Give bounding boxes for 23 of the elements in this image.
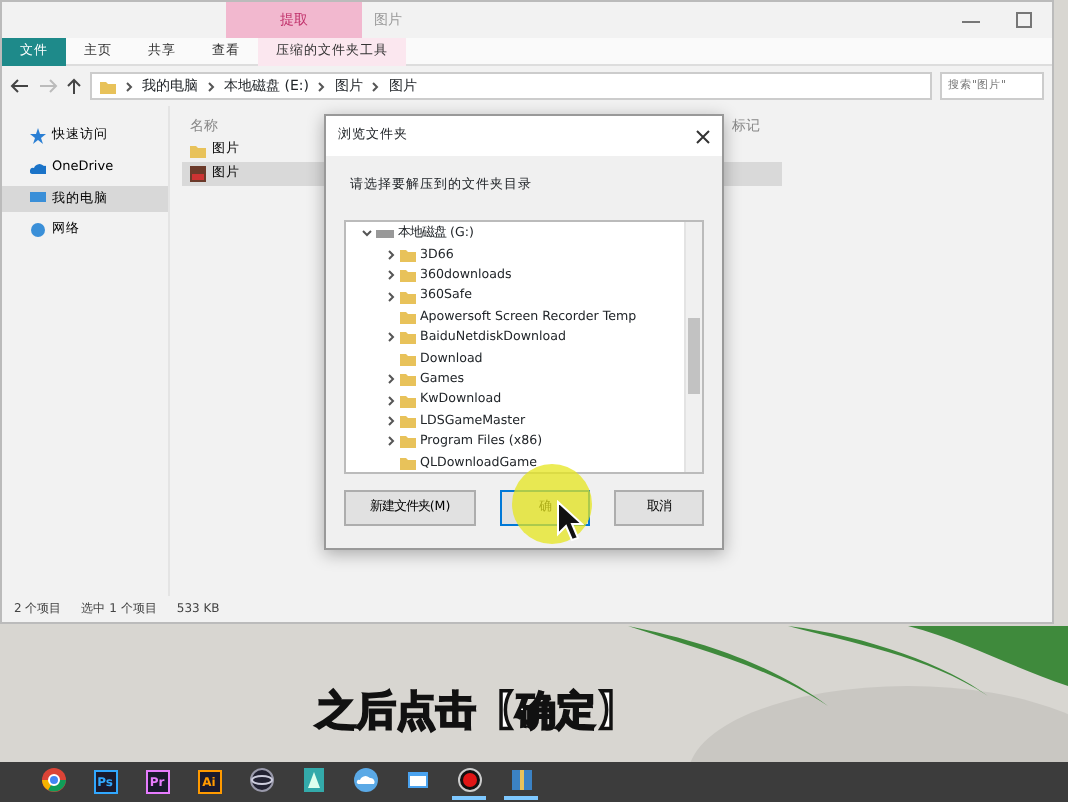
record-icon[interactable] bbox=[452, 764, 486, 800]
folder-icon bbox=[190, 143, 206, 157]
caret-icon bbox=[362, 228, 372, 239]
archive-icon[interactable] bbox=[504, 764, 538, 800]
chevron-icon bbox=[316, 81, 327, 91]
chevron-icon bbox=[386, 332, 396, 343]
globe-icon bbox=[30, 222, 46, 239]
chevron-icon bbox=[206, 81, 216, 91]
video-subtitle: 之后点击【确定】 bbox=[316, 684, 636, 738]
cloud-icon bbox=[30, 159, 46, 176]
close-icon[interactable] bbox=[696, 129, 710, 143]
drive-icon bbox=[376, 227, 394, 240]
mouse-cursor-icon bbox=[556, 500, 584, 544]
folder-icon bbox=[100, 79, 116, 93]
maximize-icon[interactable] bbox=[1016, 12, 1032, 28]
image-file-icon bbox=[190, 166, 206, 182]
star-icon bbox=[30, 127, 46, 144]
back-arrow-icon[interactable] bbox=[10, 78, 30, 94]
up-arrow-icon[interactable] bbox=[66, 78, 82, 94]
chevron-icon bbox=[124, 81, 134, 91]
chevron-icon bbox=[370, 81, 381, 91]
scrollbar[interactable] bbox=[684, 221, 702, 472]
monitor-icon bbox=[30, 190, 46, 207]
